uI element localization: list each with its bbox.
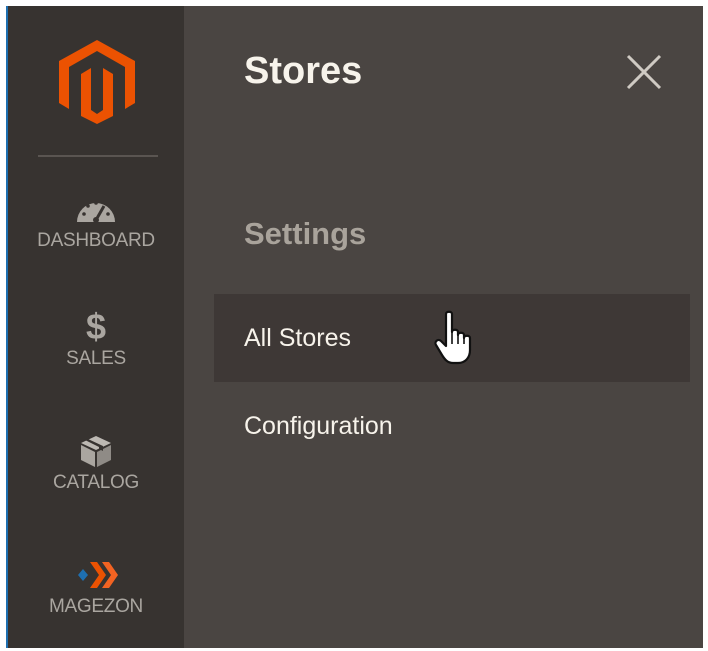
section-title-settings: Settings [244, 216, 367, 251]
box-icon [79, 434, 113, 468]
hand-cursor-icon [434, 310, 472, 365]
sidebar-item-label: CATALOG [53, 472, 139, 493]
admin-menu: DASHBOARD $ SALES CATALOG MAGEZON Stores… [6, 6, 703, 648]
sidebar-item-label: DASHBOARD [37, 230, 155, 251]
sidebar-item-catalog[interactable]: CATALOG [8, 434, 184, 494]
dollar-icon: $ [85, 306, 107, 347]
sidebar-item-magezon[interactable]: MAGEZON [8, 558, 184, 618]
speedometer-icon [75, 192, 117, 226]
menu-item-label: Configuration [244, 411, 393, 440]
dollar-glyph: $ [85, 306, 107, 347]
menu-item-label: All Stores [244, 323, 351, 352]
sidebar: DASHBOARD $ SALES CATALOG MAGEZON [6, 6, 184, 648]
stores-submenu-panel: Stores Settings All Stores Configuration [184, 6, 703, 648]
logo-divider [38, 155, 158, 157]
sidebar-item-label: MAGEZON [49, 596, 143, 617]
close-icon[interactable] [624, 54, 664, 90]
sidebar-item-label: SALES [66, 348, 126, 369]
magezon-logo-icon [72, 558, 120, 592]
sidebar-item-sales[interactable]: $ SALES [8, 306, 184, 370]
menu-item-configuration[interactable]: Configuration [214, 382, 690, 470]
panel-title: Stores [244, 50, 363, 92]
sidebar-item-dashboard[interactable]: DASHBOARD [8, 192, 184, 252]
magento-logo-icon[interactable] [59, 40, 135, 124]
